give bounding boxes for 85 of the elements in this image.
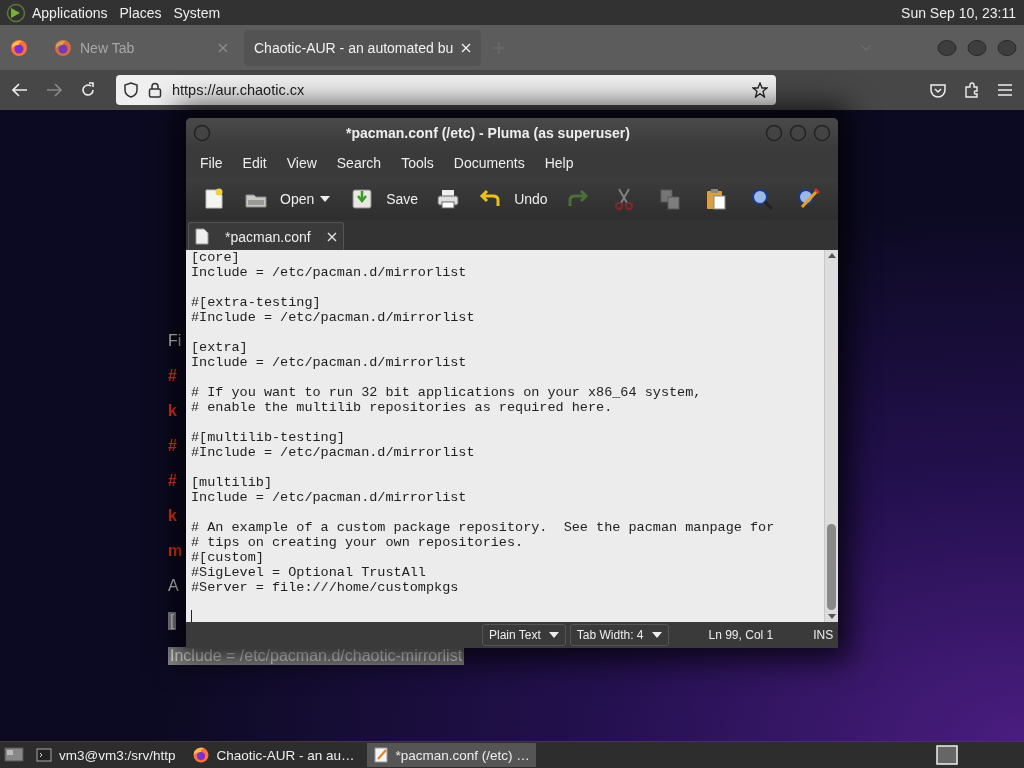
menu-item[interactable]: Search <box>326 155 392 171</box>
magnifier-pencil-icon <box>795 187 820 211</box>
copy-icon <box>657 187 682 211</box>
firefox-logo-icon <box>193 747 210 763</box>
document-tab[interactable]: *pacman.conf <box>188 222 344 250</box>
code-line: #[extra-testing] <box>191 295 322 310</box>
firefox-logo-icon <box>54 38 72 57</box>
document-icon <box>195 228 209 245</box>
search-icon <box>749 187 774 211</box>
menu-item[interactable]: Edit <box>232 155 277 171</box>
code-line: #Server = file:///home/custompkgs <box>191 580 460 595</box>
page-text: [ <box>168 611 177 630</box>
toolbar-button[interactable]: Open <box>240 184 319 214</box>
panel-menu[interactable]: System <box>167 4 227 21</box>
new-document-icon <box>202 187 226 211</box>
page-text: k <box>168 401 177 420</box>
menu-item[interactable]: Help <box>534 155 584 171</box>
menu-item[interactable]: Tools <box>391 155 444 171</box>
page-text: # <box>168 436 177 455</box>
page-text: # <box>168 366 177 385</box>
window-title: *pacman.conf (/etc) - Pluma (as superuser) <box>345 125 631 141</box>
shield-icon[interactable] <box>124 82 138 98</box>
code-line: Include = /etc/pacman.d/mirrorlist <box>191 490 468 505</box>
toolbar-button[interactable]: Undo <box>474 184 552 214</box>
menu-item[interactable]: File <box>190 155 233 171</box>
page-text: m <box>168 541 183 560</box>
code-line: # An example of a custom package repository. See the pacman manpage for <box>191 520 776 535</box>
code-line: # enable the multilib repositories as required here. <box>191 400 614 415</box>
status-dropdown[interactable]: Plain Text <box>482 624 566 646</box>
page-text: # <box>168 471 177 490</box>
code-line: Include = /etc/pacman.d/mirrorlist <box>191 265 468 280</box>
text-editor-icon <box>372 747 389 763</box>
page-text: Fi <box>168 331 182 350</box>
panel-menu[interactable]: Places <box>113 4 168 21</box>
page-text: k <box>168 506 177 525</box>
firefox-logo-icon[interactable] <box>10 38 28 57</box>
address-field[interactable]: https://aur.chaotic.cx <box>116 75 776 105</box>
scrollbar-thumb[interactable] <box>827 524 836 610</box>
page-text: Include = /etc/pacman.d/chaotic-mirrorlist <box>168 646 465 665</box>
clock[interactable]: Sun Sep 10, 23:11 <box>901 4 1018 21</box>
code-line: #[multilib-testing] <box>191 430 346 445</box>
back-arrow-icon[interactable] <box>12 83 28 97</box>
scroll-down-arrow-icon[interactable] <box>827 614 836 619</box>
insert-mode: INS <box>813 628 834 642</box>
panel-menu[interactable]: Applications <box>26 4 114 21</box>
code-line: Include = /etc/pacman.d/mirrorlist <box>191 355 468 370</box>
code-line: [core] <box>191 250 241 265</box>
terminal-icon <box>36 747 52 763</box>
code-line: # If you want to run 32 bit applications on your x86_64 system, <box>191 385 703 400</box>
scroll-up-arrow-icon[interactable] <box>827 253 836 258</box>
pocket-icon[interactable] <box>930 82 946 98</box>
code-line: #Include = /etc/pacman.d/mirrorlist <box>191 445 476 460</box>
code-line: [extra] <box>191 340 249 355</box>
code-line: # tips on creating your own repositories. <box>191 535 525 550</box>
browser-tab[interactable]: Chaotic-AUR - an automated bu <box>244 29 482 66</box>
text-cursor <box>191 610 192 622</box>
star-icon[interactable] <box>752 82 768 98</box>
code-line: #Include = /etc/pacman.d/mirrorlist <box>191 310 476 325</box>
menu-item[interactable]: View <box>276 155 327 171</box>
close-icon[interactable] <box>326 231 337 242</box>
lock-icon[interactable] <box>148 82 162 98</box>
save-icon <box>350 187 375 211</box>
caret-icon <box>651 632 662 638</box>
taskbar-button[interactable]: Chaotic-AUR - an au… <box>187 743 361 767</box>
taskbar-button[interactable]: *pacman.conf (/etc) … <box>366 743 536 767</box>
status-dropdown[interactable]: Tab Width: 4 <box>569 624 669 646</box>
page-text: A <box>168 576 179 595</box>
code-line: #[custom] <box>191 550 265 565</box>
code-line: [multilib] <box>191 475 273 490</box>
desktop-icon[interactable] <box>4 747 24 763</box>
taskbar-button[interactable]: vm3@vm3:/srv/http <box>30 743 182 767</box>
caret-icon <box>548 632 559 638</box>
scrollbar[interactable] <box>824 250 838 622</box>
puzzle-piece-icon[interactable] <box>964 82 980 98</box>
menu-item[interactable]: Documents <box>443 155 535 171</box>
menu-icon[interactable] <box>998 84 1012 96</box>
distro-logo-icon[interactable] <box>6 2 26 23</box>
printer-icon <box>436 187 461 211</box>
workspace-switcher[interactable] <box>936 745 958 765</box>
code-line: #SigLevel = Optional TrustAll <box>191 565 427 580</box>
forward-arrow-icon[interactable] <box>46 83 62 97</box>
caret-icon[interactable] <box>320 196 331 202</box>
reload-icon[interactable] <box>80 82 96 98</box>
cursor-position: Ln 99, Col 1 <box>708 628 774 642</box>
toolbar-button[interactable]: Save <box>346 184 423 214</box>
